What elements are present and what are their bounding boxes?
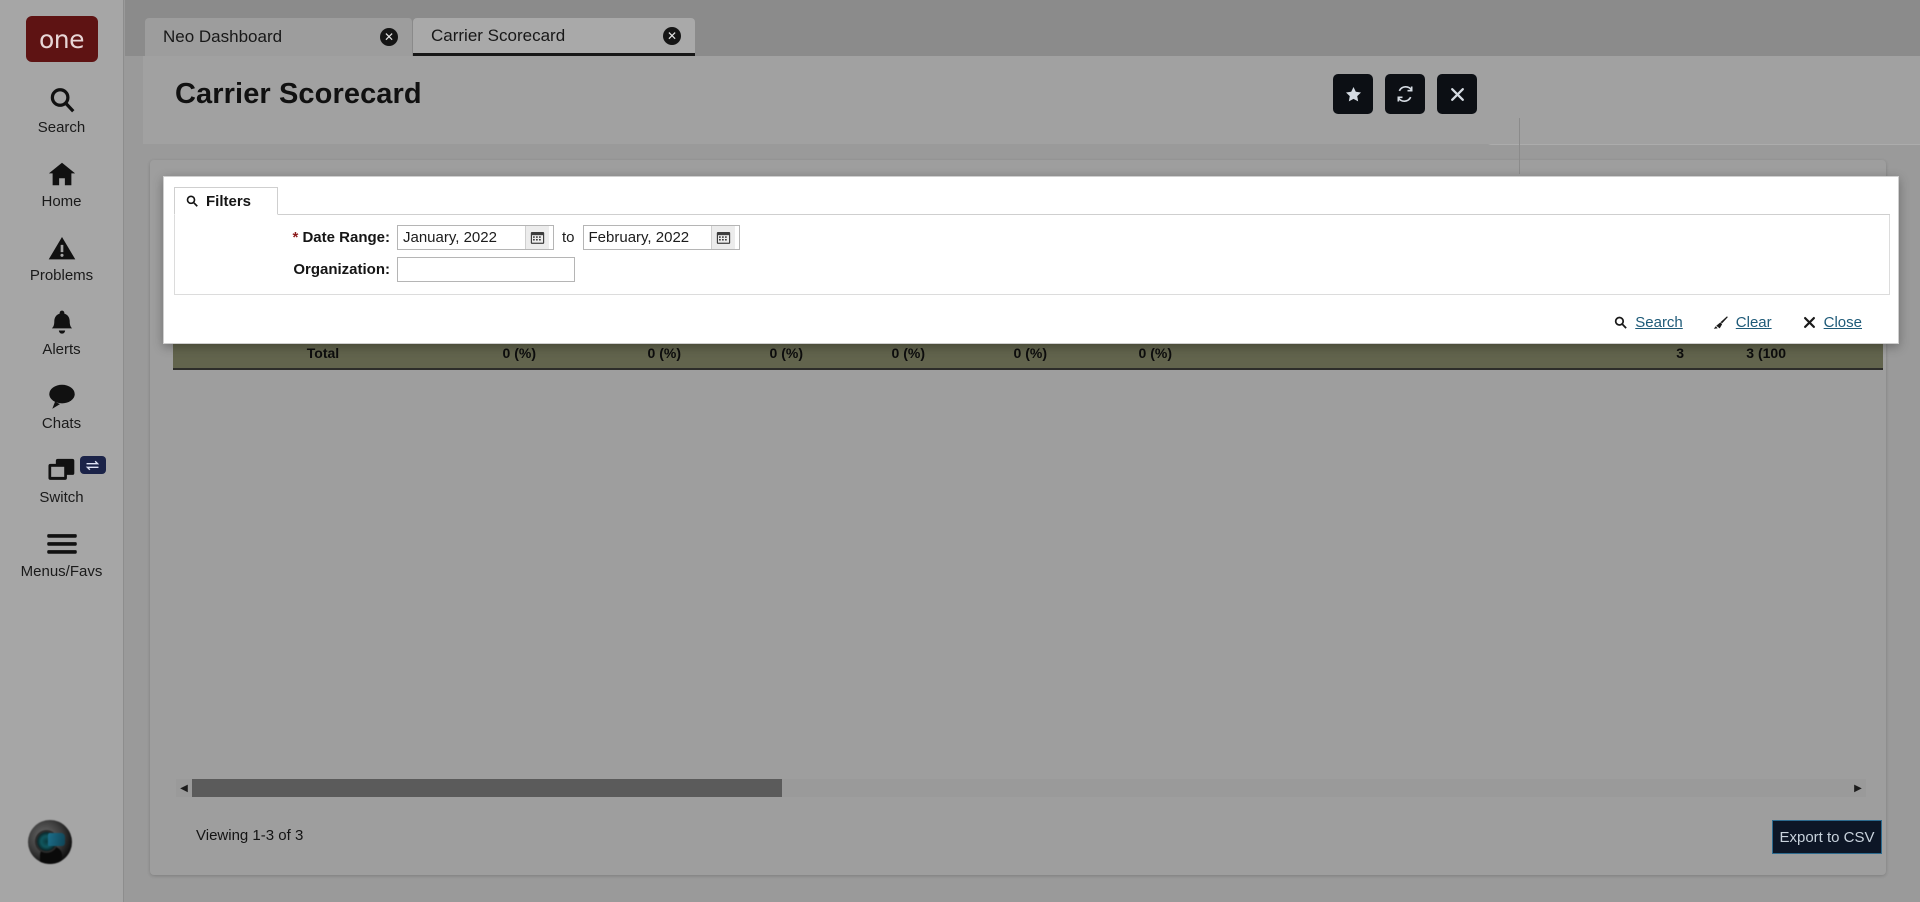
search-icon — [40, 82, 84, 118]
close-button[interactable] — [1437, 74, 1477, 114]
scrollbar-track[interactable] — [192, 779, 1850, 797]
table-total-cell: 3 — [1676, 345, 1684, 361]
sidebar-item-chats[interactable]: Chats — [0, 378, 124, 432]
search-icon — [1613, 315, 1628, 330]
left-nav-rail: one Search Home Problems Alerts Chats Sw… — [0, 0, 124, 902]
table-total-cell: 0 (%) — [891, 345, 925, 361]
calendar-icon[interactable] — [525, 226, 549, 249]
star-icon — [1344, 85, 1363, 104]
brand-logo-text: one — [38, 24, 85, 54]
tab-label: Neo Dashboard — [163, 27, 283, 46]
tab-label: Carrier Scorecard — [431, 25, 566, 45]
home-icon — [40, 156, 84, 192]
search-icon — [185, 194, 199, 208]
sidebar-item-menus-favs[interactable]: Menus/Favs — [0, 526, 124, 580]
organization-label: Organization: — [293, 261, 390, 278]
search-button[interactable]: Search — [1613, 314, 1683, 331]
caret-right-icon[interactable]: ▶ — [1850, 779, 1866, 797]
date-range-label: * Date Range: — [175, 229, 397, 246]
tab-neo-dashboard[interactable]: Neo Dashboard ✕ — [145, 18, 413, 56]
table-total-cell: 0 (%) — [769, 345, 803, 361]
favorite-button[interactable] — [1333, 74, 1373, 114]
filter-row-date-range: * Date Range: January, 2022 to February,… — [175, 225, 740, 250]
filter-row-organization: Organization: — [175, 257, 575, 282]
close-filters-button[interactable]: Close — [1802, 314, 1862, 331]
chat-bubble-icon — [40, 378, 84, 414]
avatar-visor — [48, 833, 65, 846]
close-circle-icon[interactable]: ✕ — [663, 26, 681, 45]
refresh-icon — [1395, 84, 1415, 104]
date-range-to-word: to — [562, 229, 575, 246]
date-range-from-input[interactable] — [398, 226, 525, 249]
hamburger-icon — [40, 526, 84, 562]
sidebar-item-switch[interactable]: Switch — [0, 452, 124, 506]
filters-panel: Filters * Date Range: January, 2022 to F… — [163, 176, 1899, 344]
date-range-to-input[interactable] — [583, 226, 711, 249]
avatar[interactable] — [28, 820, 72, 864]
swap-arrows-icon[interactable] — [79, 456, 106, 474]
tab-filters[interactable]: Filters — [174, 187, 279, 215]
table-total-cell: 0 (%) — [1138, 345, 1172, 361]
date-range-to-field[interactable] — [582, 225, 740, 250]
x-icon — [1802, 315, 1817, 330]
tab-filters-label: Filters — [206, 192, 252, 210]
tab-carrier-scorecard[interactable]: Carrier Scorecard ✕ — [413, 18, 695, 56]
broom-icon — [1713, 315, 1729, 330]
search-button-label: Search — [1635, 314, 1683, 331]
x-icon — [1449, 86, 1466, 103]
table-total-cell: 3 (100 — [1746, 345, 1786, 361]
required-marker: * — [292, 229, 299, 246]
viewing-count-label: Viewing 1-3 of 3 — [196, 827, 304, 844]
sidebar-item-label: Chats — [41, 415, 82, 432]
close-circle-icon[interactable]: ✕ — [380, 28, 398, 46]
calendar-icon[interactable] — [710, 226, 735, 249]
browser-tab-strip: Neo Dashboard ✕ Carrier Scorecard ✕ — [125, 0, 1920, 56]
brand-logo[interactable]: one — [25, 16, 98, 62]
table-total-cell: 0 (%) — [502, 345, 536, 361]
bell-icon — [40, 304, 84, 340]
sidebar-item-label: Problems — [29, 267, 94, 284]
sidebar-item-search[interactable]: Search — [0, 82, 124, 136]
table-total-cell: 0 (%) — [647, 345, 681, 361]
scrollbar-thumb[interactable] — [192, 779, 782, 797]
header-divider — [1519, 118, 1520, 174]
close-filters-button-label: Close — [1823, 314, 1862, 331]
date-range-label-text: Date Range: — [302, 229, 390, 246]
page-title: Carrier Scorecard — [175, 78, 422, 110]
filters-body: * Date Range: January, 2022 to February,… — [174, 215, 1890, 295]
warning-triangle-icon — [40, 230, 84, 266]
header-action-buttons — [1333, 74, 1477, 114]
sidebar-item-label: Search — [37, 119, 86, 136]
export-to-csv-button[interactable]: Export to CSV — [1772, 820, 1882, 854]
date-range-from-field[interactable] — [397, 225, 554, 250]
organization-field[interactable] — [397, 257, 575, 282]
sidebar-item-label: Switch — [39, 489, 84, 506]
filters-actions: Search Clear Close — [1613, 314, 1862, 331]
sidebar-item-home[interactable]: Home — [0, 156, 124, 210]
filters-tabstrip: Filters — [174, 187, 1890, 215]
sidebar-item-label: Menus/Favs — [20, 563, 103, 580]
sidebar-item-problems[interactable]: Problems — [0, 230, 124, 284]
sidebar-item-label: Alerts — [42, 341, 81, 358]
sidebar-item-alerts[interactable]: Alerts — [0, 304, 124, 358]
switch-windows-icon — [40, 452, 84, 488]
sidebar-item-label: Home — [41, 193, 82, 210]
horizontal-scrollbar[interactable]: ◀ ▶ — [176, 779, 1866, 797]
organization-input[interactable] — [398, 258, 574, 281]
clear-button[interactable]: Clear — [1713, 314, 1772, 331]
clear-button-label: Clear — [1735, 314, 1772, 331]
refresh-button[interactable] — [1385, 74, 1425, 114]
caret-left-icon[interactable]: ◀ — [176, 779, 192, 797]
page-header-bar: Carrier Scorecard — [143, 56, 1920, 174]
table-total-cell: Total — [306, 345, 340, 361]
table-total-cell: 0 (%) — [1013, 345, 1047, 361]
